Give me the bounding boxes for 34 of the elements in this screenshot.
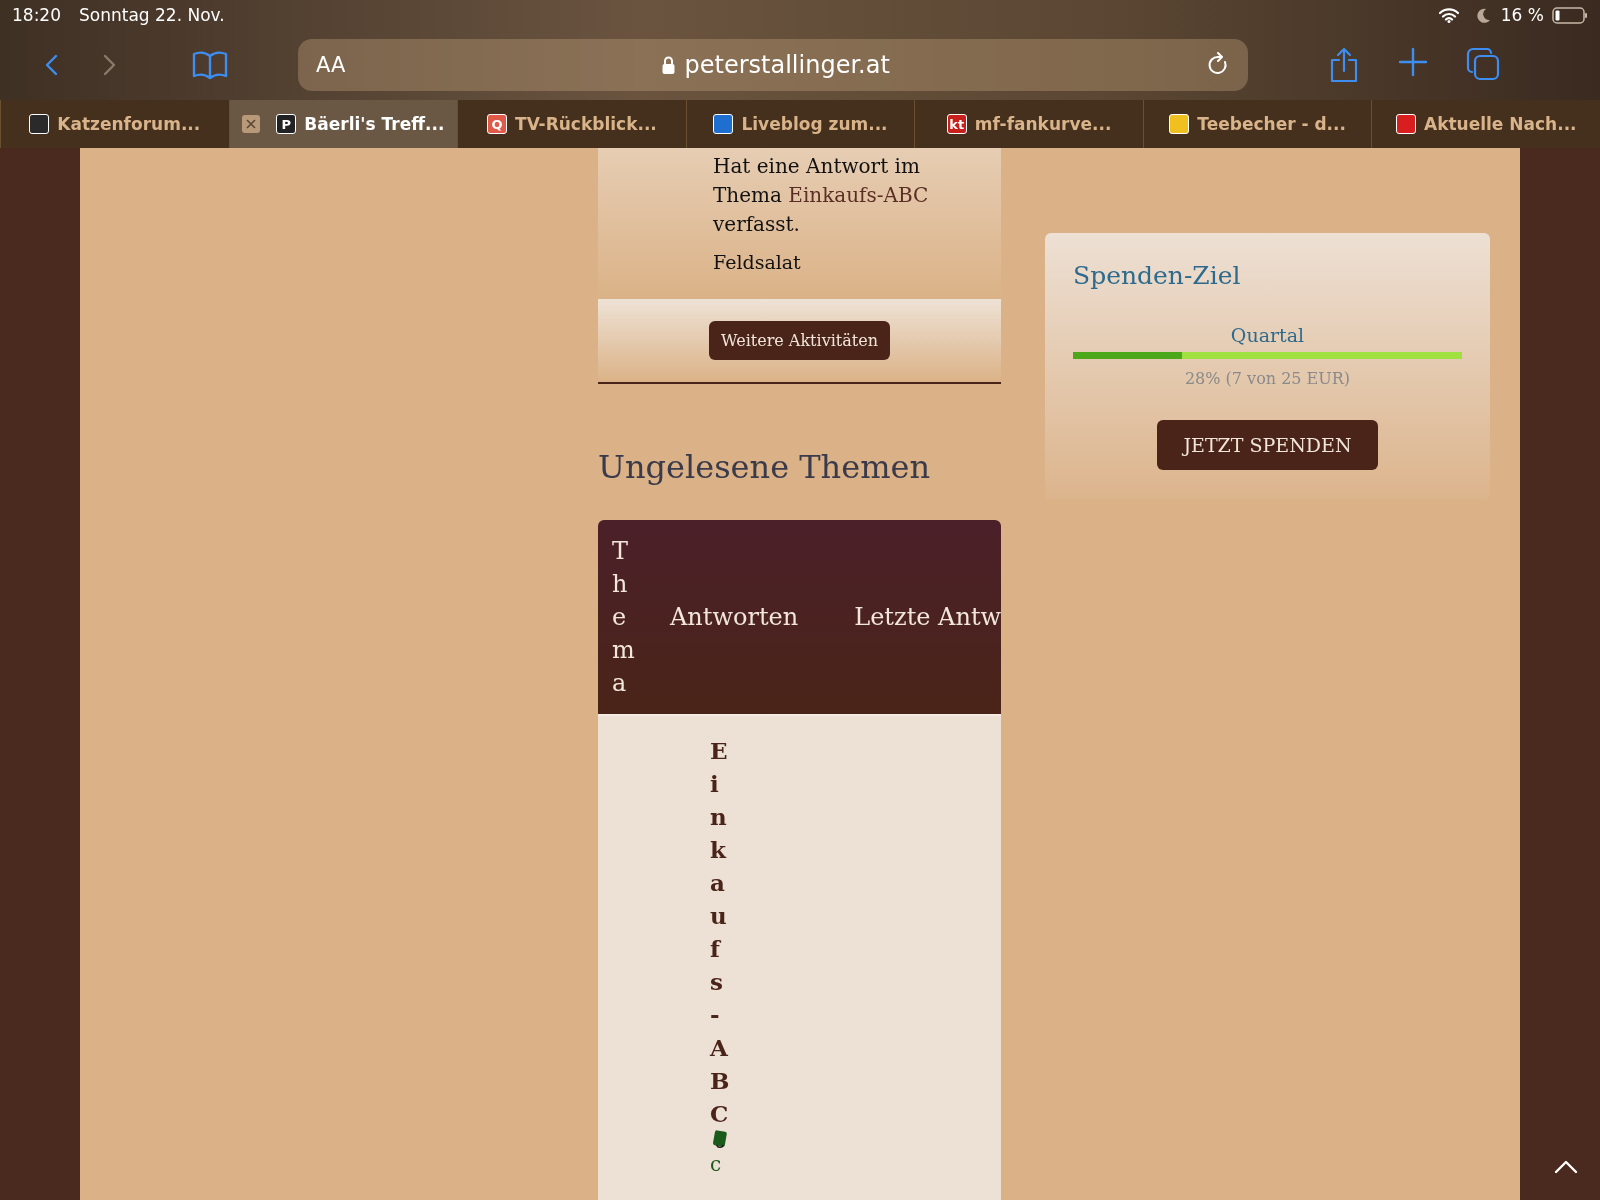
column-header: Letzte Antw bbox=[854, 603, 1001, 632]
donation-title: Spenden-Ziel bbox=[1073, 261, 1242, 290]
scroll-top-button[interactable] bbox=[1554, 1160, 1578, 1174]
bookmarks-button[interactable] bbox=[192, 50, 228, 80]
activity-text: Hat eine Antwort im Thema Einkaufs-ABC verfasst. bbox=[713, 153, 930, 238]
moon-icon bbox=[1476, 7, 1491, 23]
browser-tab[interactable]: P Bäerli's Treff... bbox=[228, 100, 458, 148]
share-button[interactable] bbox=[1328, 47, 1360, 83]
section-heading: Ungelesene Themen bbox=[598, 448, 932, 487]
battery-icon bbox=[1552, 6, 1588, 24]
topic-link[interactable]: Einkaufs-ABC bbox=[710, 734, 733, 1131]
period-label: Quartal bbox=[1230, 324, 1305, 346]
column-header: Thema bbox=[612, 536, 636, 699]
progress-reading: 28% (7 von 25 EUR) bbox=[1184, 369, 1351, 388]
address-bar[interactable]: AA peterstallinger.at bbox=[298, 39, 1248, 91]
author-link[interactable]: c bbox=[710, 1152, 730, 1177]
lock-icon bbox=[661, 56, 675, 74]
favicon-icon: kt bbox=[946, 114, 967, 134]
donate-button[interactable]: JETZT SPENDEN bbox=[1157, 420, 1378, 470]
text-size-button[interactable]: AA bbox=[316, 53, 346, 77]
url-text: peterstallinger.at bbox=[684, 51, 890, 79]
tabs-overview-button[interactable] bbox=[1466, 47, 1500, 83]
favicon-icon: P bbox=[276, 114, 297, 134]
status-date: Sonntag 22. Nov. bbox=[79, 5, 225, 25]
battery-percent: 16 % bbox=[1500, 5, 1544, 25]
column-header: Antworten bbox=[670, 603, 799, 632]
close-tab-icon[interactable] bbox=[242, 115, 261, 133]
wifi-icon bbox=[1438, 7, 1459, 23]
activity-excerpt: Feldsalat bbox=[713, 251, 802, 273]
book-icon bbox=[712, 1130, 728, 1151]
favicon-icon: Q bbox=[487, 114, 508, 134]
status-time: 18:20 bbox=[12, 5, 61, 25]
topic-link[interactable]: Einkaufs-ABC bbox=[788, 183, 929, 207]
more-activities-button[interactable]: Weitere Aktivitäten bbox=[709, 321, 890, 361]
